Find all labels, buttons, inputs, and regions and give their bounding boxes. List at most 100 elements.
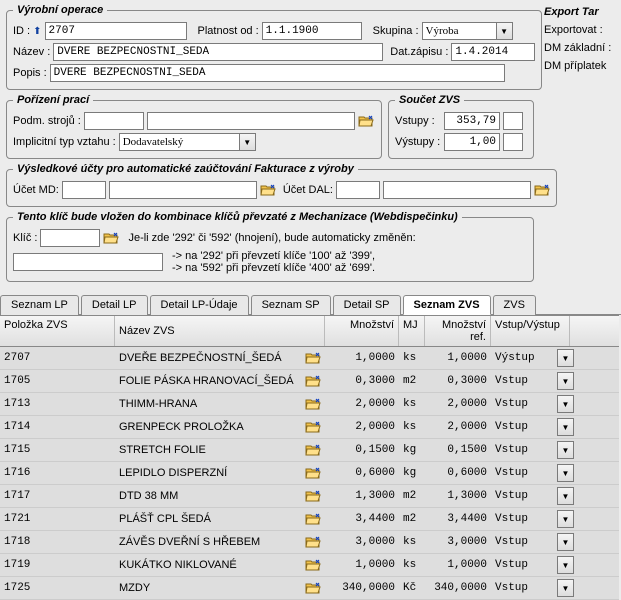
chevron-down-icon[interactable]: ▼ [557,464,574,482]
cell-mnozstvi-ref: 1,0000 [425,350,491,366]
chevron-down-icon[interactable]: ▼ [557,441,574,459]
chevron-down-icon[interactable]: ▼ [496,22,513,40]
operation-group: Výrobní operace ID : ⬆ Platnost od : Sku… [6,4,542,90]
folder-icon[interactable] [305,535,321,549]
chevron-down-icon[interactable]: ▼ [557,395,574,413]
folder-icon[interactable] [305,351,321,365]
porizeni-title: Pořízení prací [13,94,93,106]
chevron-down-icon[interactable]: ▼ [557,533,574,551]
table-row[interactable]: 1719KUKÁTKO NIKLOVANÉ1,0000ks1,0000Vstup… [0,554,619,577]
table-row[interactable]: 1725MZDY340,0000Kč340,0000Vstup▼ [0,577,619,600]
col-polozka[interactable]: Položka ZVS [0,316,115,346]
cell-vv: Vstup [491,534,553,550]
cell-mnozstvi: 3,0000 [325,534,399,550]
table-row[interactable]: 2707DVEŘE BEZPEČNOSTNÍ_ŠEDÁ1,0000ks1,000… [0,347,619,370]
klic-input[interactable] [40,229,100,247]
table-row[interactable]: 1714GRENPECK PROLOŽKA2,0000ks2,0000Vstup… [0,416,619,439]
podm-input-2[interactable] [147,112,355,130]
klic-input-2[interactable] [13,253,163,271]
dal-input-1[interactable] [336,181,380,199]
chevron-down-icon[interactable]: ▼ [239,133,256,151]
folder-icon[interactable] [305,489,321,503]
folder-icon[interactable] [103,231,119,245]
folder-icon[interactable] [305,443,321,457]
cell-vv: Vstup [491,511,553,527]
cell-nazev: THIMM-HRANA [115,395,325,413]
cell-polozka: 1719 [0,557,115,573]
cell-mnozstvi: 1,0000 [325,350,399,366]
tab-seznam-sp[interactable]: Seznam SP [251,295,331,315]
cell-mnozstvi-ref: 0,3000 [425,373,491,389]
tab-zvs[interactable]: ZVS [493,295,536,315]
dal-input-2[interactable] [383,181,531,199]
cell-mnozstvi: 3,4400 [325,511,399,527]
md-input-1[interactable] [62,181,106,199]
podm-input-1[interactable] [84,112,144,130]
cell-mnozstvi: 0,1500 [325,442,399,458]
folder-icon[interactable] [305,374,321,388]
vstupy-unit[interactable] [503,112,523,130]
folder-icon[interactable] [305,397,321,411]
table-row[interactable]: 1721PLÁŠŤ CPL ŠEDÁ3,4400m23,4400Vstup▼ [0,508,619,531]
col-mnozstvi-ref[interactable]: Množství ref. [425,316,491,346]
folder-icon[interactable] [305,420,321,434]
klic-note1: Je-li zde '292' či '592' (hnojení), bude… [128,232,415,244]
arrow-up-icon[interactable]: ⬆ [33,26,41,37]
cell-vv: Vstup [491,373,553,389]
zvs-grid: Položka ZVS Název ZVS Množství MJ Množst… [0,315,619,600]
md-input-2[interactable] [109,181,257,199]
chevron-down-icon[interactable]: ▼ [557,418,574,436]
folder-icon[interactable] [305,581,321,595]
folder-icon[interactable] [260,183,276,197]
cell-polozka: 1714 [0,419,115,435]
cell-mj: m2 [399,373,425,389]
chevron-down-icon[interactable]: ▼ [557,556,574,574]
vstupy-input[interactable] [444,112,500,130]
col-nazev[interactable]: Název ZVS [115,316,325,346]
cell-polozka: 1705 [0,373,115,389]
cell-mnozstvi: 340,0000 [325,580,399,596]
vystupy-input[interactable] [444,133,500,151]
vystupy-unit[interactable] [503,133,523,151]
table-row[interactable]: 1715STRETCH FOLIE0,1500kg0,1500Vstup▼ [0,439,619,462]
table-row[interactable]: 1717DTD 38 MM1,3000m21,3000Vstup▼ [0,485,619,508]
tab-detail-lp[interactable]: Detail LP [81,295,148,315]
popis-input[interactable] [50,64,505,82]
folder-icon[interactable] [305,512,321,526]
chevron-down-icon[interactable]: ▼ [557,487,574,505]
chevron-down-icon[interactable]: ▼ [557,372,574,390]
vstupy-label: Vstupy : [395,115,441,127]
tab-seznam-zvs[interactable]: Seznam ZVS [403,295,491,315]
table-row[interactable]: 1718ZÁVĚS DVEŘNÍ S HŘEBEM3,0000ks3,0000V… [0,531,619,554]
table-row[interactable]: 1705FOLIE PÁSKA HRANOVACÍ_ŠEDÁ0,3000m20,… [0,370,619,393]
table-row[interactable]: 1716LEPIDLO DISPERZNÍ0,6000kg0,6000Vstup… [0,462,619,485]
chevron-down-icon[interactable]: ▼ [557,510,574,528]
cell-nazev: ZÁVĚS DVEŘNÍ S HŘEBEM [115,533,325,551]
ucty-title: Výsledkové účty pro automatické zaúčtová… [13,163,358,175]
platnost-label: Platnost od : [198,25,259,37]
tab-seznam-lp[interactable]: Seznam LP [0,295,79,315]
platnost-input[interactable] [262,22,362,40]
chevron-down-icon[interactable]: ▼ [557,349,574,367]
col-vstup-vystup[interactable]: Vstup/Výstup [491,316,570,346]
nazev-input[interactable] [53,43,383,61]
vystupy-label: Výstupy : [395,136,441,148]
col-mnozstvi[interactable]: Množství [325,316,399,346]
tab-detail-sp[interactable]: Detail SP [333,295,401,315]
impl-select[interactable] [119,133,239,151]
cell-mj: kg [399,442,425,458]
cell-mnozstvi-ref: 2,0000 [425,396,491,412]
impl-label: Implicitní typ vztahu : [13,136,116,148]
folder-icon[interactable] [305,558,321,572]
chevron-down-icon[interactable]: ▼ [557,579,574,597]
table-row[interactable]: 1713THIMM-HRANA2,0000ks2,0000Vstup▼ [0,393,619,416]
cell-polozka: 1715 [0,442,115,458]
folder-icon[interactable] [358,114,374,128]
grid-header: Položka ZVS Název ZVS Množství MJ Množst… [0,316,619,347]
datzap-input[interactable] [451,43,535,61]
tab-detail-lp-údaje[interactable]: Detail LP-Údaje [150,295,249,315]
col-mj[interactable]: MJ [399,316,425,346]
skupina-select[interactable] [422,22,496,40]
folder-icon[interactable] [305,466,321,480]
id-input[interactable] [45,22,187,40]
